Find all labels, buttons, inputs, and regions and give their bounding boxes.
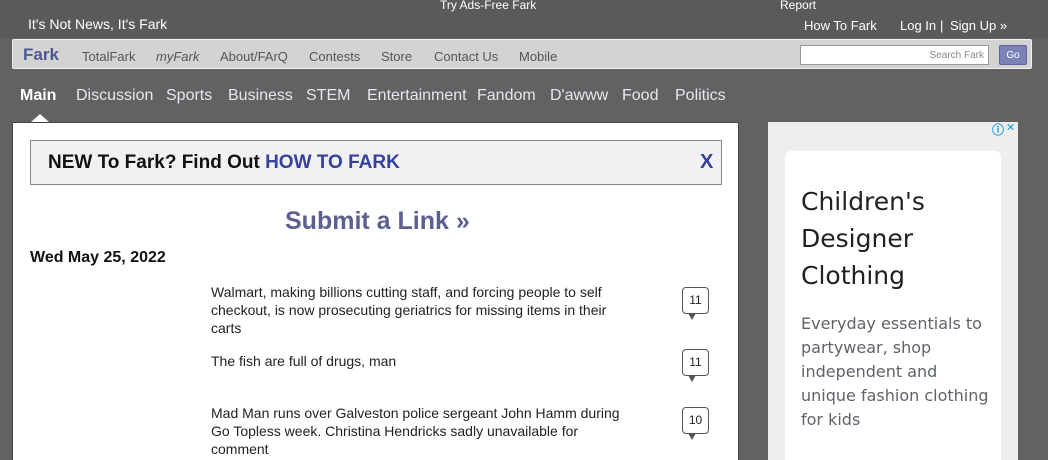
- category-fandom[interactable]: Fandom: [477, 87, 536, 105]
- banner-how-to-fark-link[interactable]: HOW TO FARK: [265, 152, 400, 173]
- story-headline[interactable]: Mad Man runs over Galveston police serge…: [211, 404, 631, 458]
- new-user-banner: NEW To Fark? Find Out HOW TO FARK X: [30, 140, 722, 185]
- banner-text: NEW To Fark? Find Out HOW TO FARK: [48, 152, 400, 174]
- category-entertainment[interactable]: Entertainment: [367, 87, 467, 105]
- category-main[interactable]: Main: [20, 87, 56, 105]
- date-heading: Wed May 25, 2022: [30, 249, 166, 266]
- ads-free-link[interactable]: Try Ads-Free Fark: [440, 0, 536, 12]
- nav-contests[interactable]: Contests: [309, 49, 360, 64]
- banner-close-button[interactable]: X: [700, 151, 713, 174]
- category-politics[interactable]: Politics: [675, 87, 726, 105]
- category-dawww[interactable]: D'awww: [550, 87, 608, 105]
- comment-count-badge[interactable]: 11: [682, 349, 709, 382]
- submit-link-button[interactable]: Submit a Link »: [285, 207, 470, 236]
- nav-fark-logo[interactable]: Fark: [23, 45, 59, 65]
- story-headline[interactable]: The fish are full of drugs, man: [211, 352, 631, 370]
- login-link[interactable]: Log In: [900, 18, 936, 33]
- search-input[interactable]: [800, 45, 989, 65]
- comment-count-badge[interactable]: 11: [682, 287, 709, 320]
- nav-store[interactable]: Store: [381, 49, 412, 64]
- report-link[interactable]: Report: [780, 0, 816, 12]
- nav-contact[interactable]: Contact Us: [434, 49, 498, 64]
- nav-myfark[interactable]: myFark: [156, 49, 199, 64]
- how-to-fark-link[interactable]: How To Fark: [804, 18, 877, 33]
- banner-prefix: NEW To Fark? Find Out: [48, 152, 266, 173]
- nav-about[interactable]: About/FArQ: [220, 49, 288, 64]
- ad-info-icon[interactable]: ⓘ: [992, 121, 1004, 138]
- category-food[interactable]: Food: [622, 87, 658, 105]
- nav-mobile[interactable]: Mobile: [519, 49, 557, 64]
- advertisement: ⓘ ✕ Children's Designer Clothing Everyda…: [768, 122, 1018, 460]
- search-go-button[interactable]: Go: [999, 45, 1027, 65]
- category-discussion[interactable]: Discussion: [76, 87, 153, 105]
- category-business[interactable]: Business: [228, 87, 293, 105]
- story-headline[interactable]: Walmart, making billions cutting staff, …: [211, 283, 631, 337]
- ad-close-icon[interactable]: ✕: [1006, 121, 1015, 134]
- main-content: NEW To Fark? Find Out HOW TO FARK X Subm…: [12, 122, 739, 460]
- comment-count-badge[interactable]: 10: [682, 407, 709, 440]
- nav-totalfark[interactable]: TotalFark: [82, 49, 135, 64]
- site-tagline: It's Not News, It's Fark: [28, 16, 168, 32]
- ad-card[interactable]: Children's Designer Clothing Everyday es…: [785, 151, 1001, 460]
- header-separator: |: [940, 18, 944, 33]
- ad-body: Everyday essentials to partywear, shop i…: [801, 314, 989, 429]
- signup-link[interactable]: Sign Up »: [950, 18, 1007, 33]
- category-stem[interactable]: STEM: [306, 87, 350, 105]
- active-tab-pointer: [31, 114, 49, 122]
- category-sports[interactable]: Sports: [166, 87, 212, 105]
- ad-title[interactable]: Children's Designer Clothing: [801, 183, 996, 294]
- main-nav: Fark TotalFark myFark About/FArQ Contest…: [12, 39, 1032, 69]
